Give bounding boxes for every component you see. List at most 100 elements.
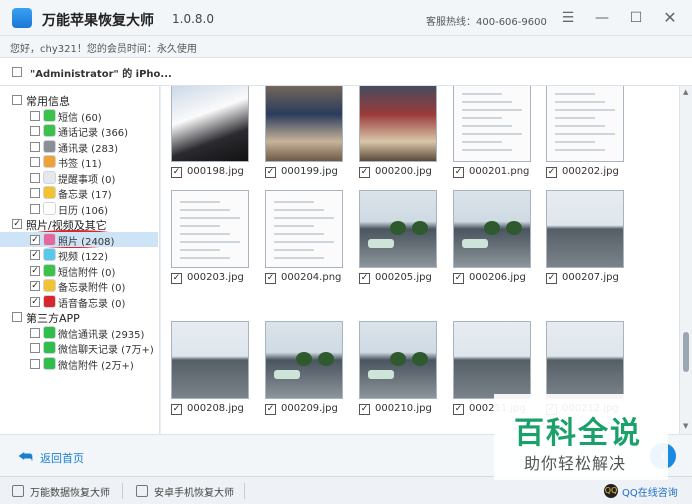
photo-checkbox[interactable]: ✓	[265, 167, 276, 178]
tree-shape	[412, 352, 428, 366]
photo-thumbnail[interactable]	[546, 321, 624, 399]
item-checkbox[interactable]	[30, 343, 40, 353]
menu-icon[interactable]: ☰	[558, 8, 578, 28]
photo-checkbox[interactable]: ✓	[453, 273, 464, 284]
sidebar-item[interactable]: 微信通讯录 (2935)	[0, 325, 158, 341]
item-checkbox[interactable]	[30, 188, 40, 198]
sidebar-item[interactable]: ✓ 语音备忘录 (0)	[0, 294, 158, 310]
sidebar-item[interactable]: ✓ 视频 (122)	[0, 247, 158, 263]
photo-thumbnail[interactable]	[265, 190, 343, 268]
photo-thumbnail[interactable]	[546, 190, 624, 268]
android-recovery-link[interactable]: 安卓手机恢复大师	[154, 484, 234, 499]
photo-checkbox[interactable]: ✓	[546, 273, 557, 284]
scroll-thumb[interactable]	[683, 332, 689, 372]
app-version: 1.0.8.0	[172, 12, 214, 26]
photo-checkbox[interactable]: ✓	[453, 404, 464, 415]
photo-thumbnail[interactable]	[265, 86, 343, 162]
sidebar-item[interactable]: ✓ 短信附件 (0)	[0, 263, 158, 279]
screenshot-line	[462, 133, 522, 135]
item-checkbox[interactable]	[30, 110, 40, 121]
sidebar-item[interactable]: 备忘录 (17)	[0, 185, 158, 201]
photo-checkbox[interactable]: ✓	[546, 167, 557, 178]
tree-shape	[390, 221, 406, 235]
photo-checkbox[interactable]: ✓	[265, 404, 276, 415]
car-shape	[368, 239, 394, 248]
photo-thumbnail[interactable]	[171, 190, 249, 268]
qq-consult-link[interactable]: QQ在线咨询	[622, 484, 678, 499]
item-checkbox[interactable]	[30, 327, 40, 338]
sidebar-item[interactable]: 短信 (60)	[0, 108, 158, 124]
photo-thumbnail[interactable]	[546, 86, 624, 162]
photo-filename: 000198.jpg	[187, 166, 244, 177]
screenshot-line	[274, 233, 324, 235]
photo-thumbnail[interactable]	[453, 190, 531, 268]
screenshot-line	[462, 141, 502, 143]
photo-filename: 000199.jpg	[281, 166, 338, 177]
photo-thumbnail[interactable]	[453, 321, 531, 399]
device-name: "Administrator" 的 iPho...	[30, 69, 172, 80]
sidebar-item[interactable]: 通话记录 (366)	[0, 123, 158, 139]
screenshot-line	[555, 133, 615, 135]
item-checkbox[interactable]: ✓	[30, 265, 40, 276]
item-checkbox[interactable]	[30, 126, 40, 136]
minimize-icon[interactable]: —	[592, 8, 612, 28]
item-checkbox[interactable]	[30, 203, 40, 214]
photo-filename: 000205.jpg	[375, 272, 432, 283]
title-bar: 万能苹果恢复大师 1.0.8.0 客服热线：400-606-9600 ☰ — ☐…	[0, 0, 692, 36]
notes-attachment-icon	[43, 279, 56, 292]
back-arrow-icon[interactable]: ⮪	[18, 447, 33, 467]
photo-checkbox[interactable]: ✓	[171, 167, 182, 178]
data-recovery-link[interactable]: 万能数据恢复大师	[30, 484, 110, 499]
photo-thumbnail[interactable]	[171, 86, 249, 162]
device-checkbox[interactable]	[12, 67, 22, 77]
sidebar-item[interactable]: 提醒事项 (0)	[0, 170, 158, 186]
sidebar-item[interactable]: 书签 (11)	[0, 154, 158, 170]
sidebar-item-label: 微信附件 (2万+)	[58, 360, 134, 372]
close-icon[interactable]: ✕	[660, 8, 680, 28]
sidebar-item[interactable]: 微信聊天记录 (7万+)	[0, 340, 158, 356]
photo-thumbnail[interactable]	[359, 190, 437, 268]
maximize-icon[interactable]: ☐	[626, 8, 646, 28]
group-checkbox[interactable]: ✓	[12, 219, 22, 229]
photo-thumbnail[interactable]	[171, 321, 249, 399]
photo-checkbox[interactable]: ✓	[171, 273, 182, 284]
group-checkbox[interactable]	[12, 95, 22, 105]
photo-checkbox[interactable]: ✓	[265, 273, 276, 284]
photo-filename: 000208.jpg	[187, 403, 244, 414]
item-checkbox[interactable]: ✓	[30, 281, 40, 291]
item-checkbox[interactable]	[30, 172, 40, 183]
item-checkbox[interactable]: ✓	[30, 250, 40, 260]
photo-checkbox[interactable]: ✓	[359, 273, 370, 284]
photo-grid-scrollbar[interactable]: ▲ ▼	[679, 86, 692, 434]
scroll-down-icon[interactable]: ▼	[683, 422, 688, 430]
sidebar-item[interactable]: 通讯录 (283)	[0, 139, 158, 155]
item-checkbox[interactable]	[30, 358, 40, 369]
sidebar-group[interactable]: 第三方APP	[0, 309, 158, 325]
sidebar-item[interactable]: 日历 (106)	[0, 201, 158, 217]
item-checkbox[interactable]: ✓	[30, 234, 40, 245]
item-checkbox[interactable]	[30, 157, 40, 167]
app-title: 万能苹果恢复大师	[42, 13, 154, 29]
screenshot-line	[274, 257, 324, 259]
sidebar-item[interactable]: 微信附件 (2万+)	[0, 356, 158, 372]
photo-checkbox[interactable]: ✓	[171, 404, 182, 415]
item-checkbox[interactable]: ✓	[30, 296, 40, 307]
sidebar-item[interactable]: ✓ 照片 (2408)	[0, 231, 158, 248]
reminder-icon	[43, 170, 56, 184]
back-home-button[interactable]: 返回首页	[40, 450, 84, 466]
sidebar-item[interactable]: ✓ 备忘录附件 (0)	[0, 278, 158, 294]
scroll-up-icon[interactable]: ▲	[683, 88, 688, 96]
photo-checkbox[interactable]: ✓	[359, 167, 370, 178]
device-bar: "Administrator" 的 iPho...	[0, 58, 692, 86]
sidebar-group[interactable]: 常用信息	[0, 92, 158, 108]
photo-checkbox[interactable]: ✓	[453, 167, 464, 178]
photo-checkbox[interactable]: ✓	[359, 404, 370, 415]
photo-thumbnail[interactable]	[359, 86, 437, 162]
screenshot-line	[180, 257, 230, 259]
group-checkbox[interactable]	[12, 312, 22, 322]
item-checkbox[interactable]	[30, 141, 40, 152]
photo-thumbnail[interactable]	[359, 321, 437, 399]
sidebar-group[interactable]: ✓ 照片/视频及其它	[0, 216, 158, 232]
photo-thumbnail[interactable]	[265, 321, 343, 399]
photo-thumbnail[interactable]	[453, 86, 531, 162]
